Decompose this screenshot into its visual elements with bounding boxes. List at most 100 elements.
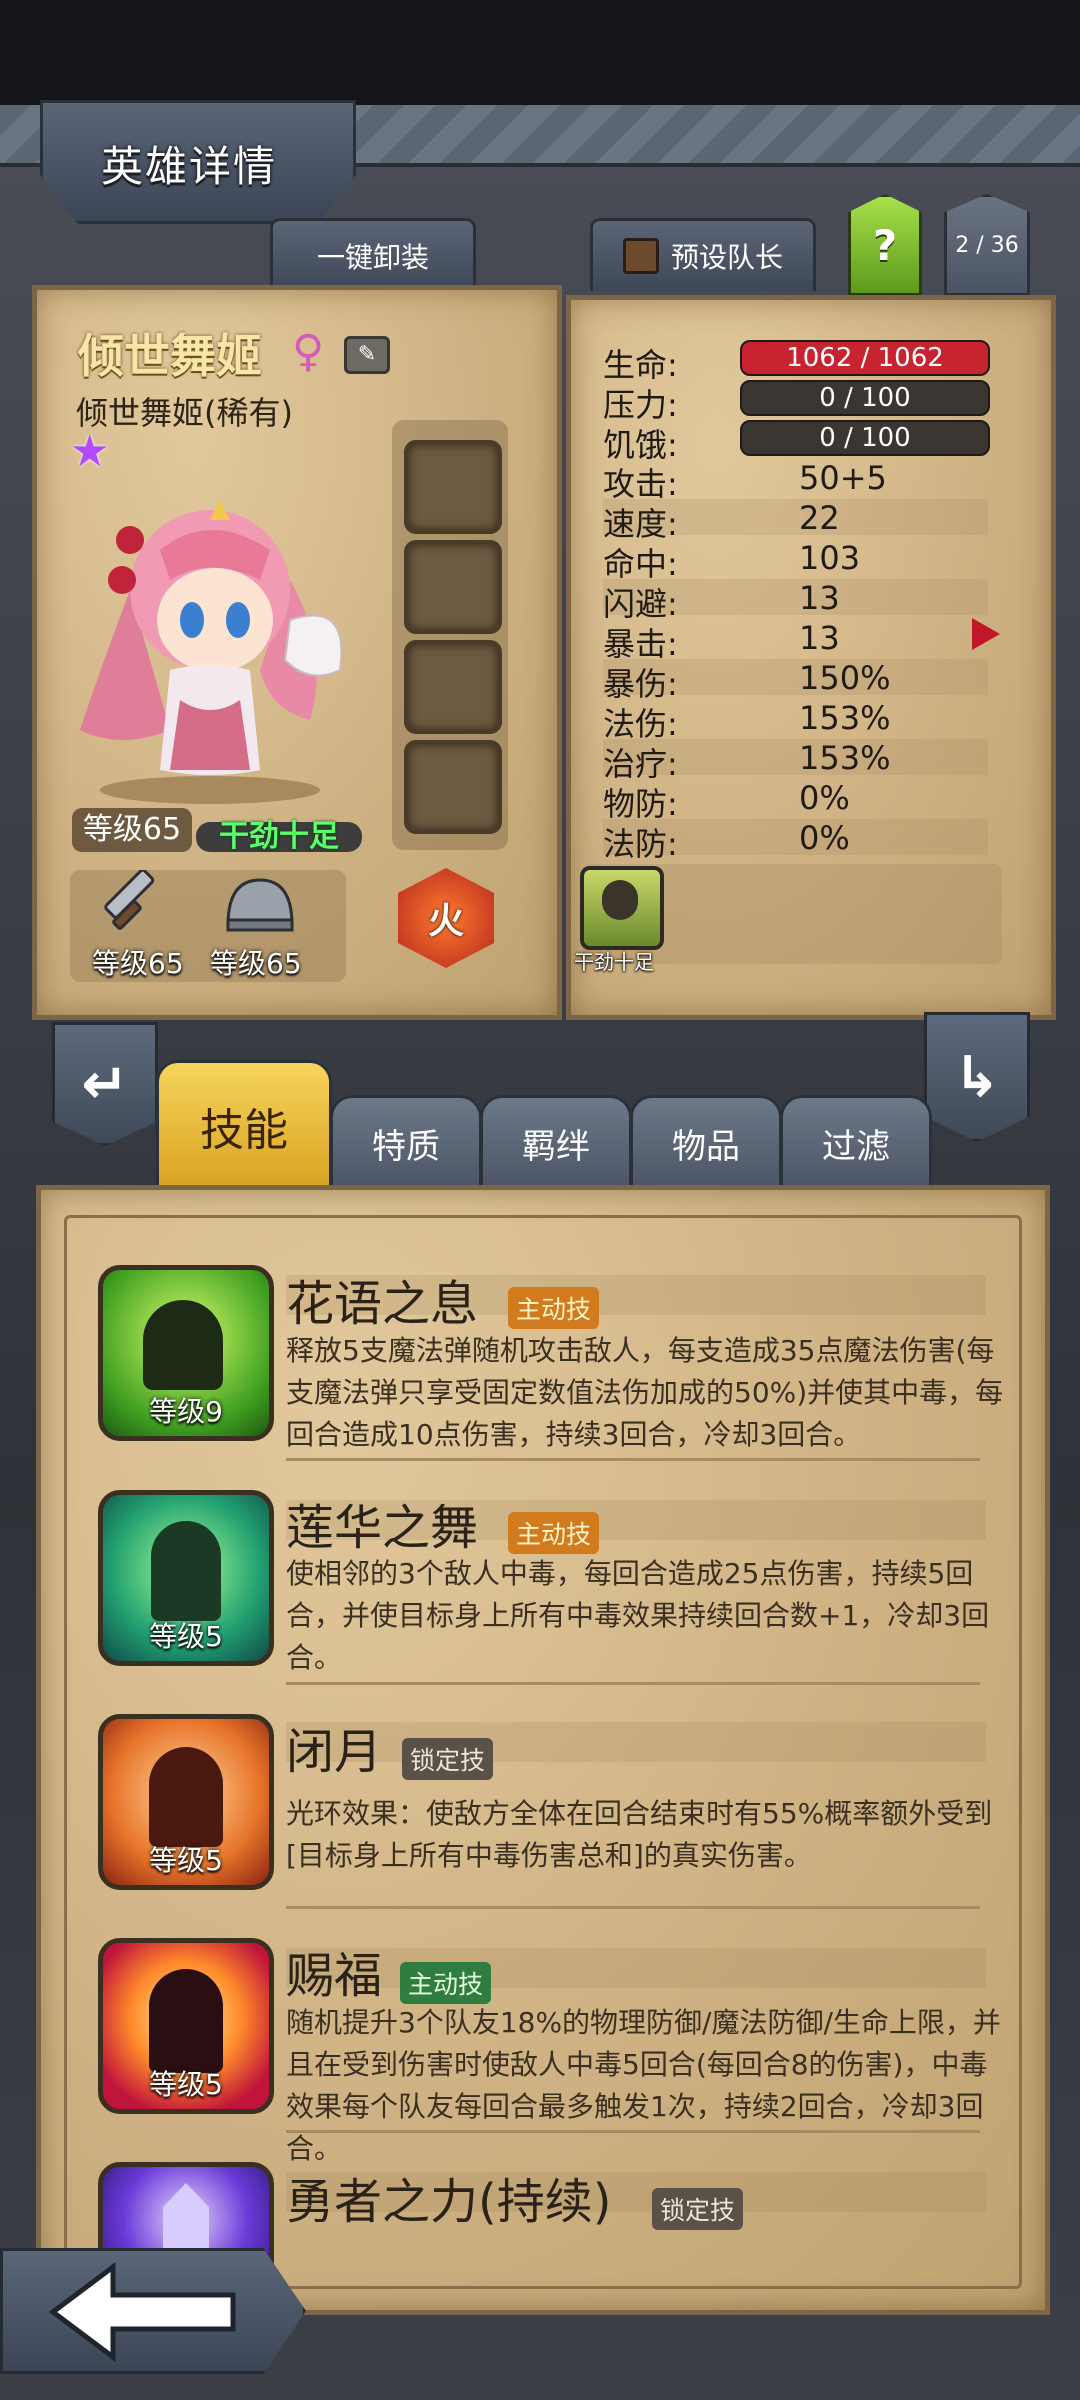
tab-filter[interactable]: 过滤 [780, 1095, 932, 1191]
skill-name: 赐福 [286, 1948, 383, 2004]
unequip-all-button[interactable]: 一键卸装 [270, 218, 476, 291]
armor-level: 等级65 [210, 947, 302, 980]
figure-silhouette-icon [149, 1747, 223, 1847]
hero-level-label: 等级65 [82, 812, 182, 847]
forward-arrow-icon: ↳ [953, 1044, 1001, 1110]
tab-traits-label: 特质 [372, 1126, 440, 1167]
skill-description: 光环效果：使敌方全体在回合结束时有55%概率额外受到[目标身上所有中毒伤害总和]… [286, 1797, 993, 1872]
skill-level: 等级5 [149, 1620, 223, 1653]
hero-level-badge: 等级65 [72, 808, 192, 852]
rename-button[interactable]: ✎ [344, 336, 390, 374]
stat-row: 命中: 103 [603, 539, 988, 583]
page-title-plate: 英雄详情 [40, 100, 356, 224]
stat-value: 22 [799, 499, 840, 537]
preset-leader-label: 预设队长 [670, 241, 783, 274]
stat-row: 暴击: 13 [603, 619, 988, 663]
stat-row: 暴伤: 150% [603, 659, 988, 703]
skill-tag: 锁定技 [652, 2188, 744, 2230]
hp-bar: 1062 / 1062 [740, 340, 990, 376]
page-counter: 2 / 36 [944, 194, 1030, 296]
dancer-silhouette-icon [151, 1521, 221, 1621]
status-bar-area [0, 0, 1080, 105]
skill-tag: 主动技 [400, 1962, 492, 2004]
stat-value: 13 [799, 579, 840, 617]
fan-silhouette-icon [143, 1300, 223, 1390]
skill-icon-flower-breath[interactable]: 等级9 [98, 1265, 274, 1441]
tab-items[interactable]: 物品 [630, 1095, 782, 1191]
stat-row: 法伤: 153% [603, 699, 988, 743]
skill-level: 等级5 [149, 1844, 223, 1877]
back-button[interactable] [0, 2248, 306, 2374]
skill-name-row [286, 1722, 986, 1762]
page-title: 英雄详情 [101, 142, 278, 191]
skill-tag: 主动技 [508, 1512, 600, 1554]
skill-icon-blessing[interactable]: 等级5 [98, 1938, 274, 2114]
unequip-all-label: 一键卸装 [316, 241, 429, 274]
skill-level: 等级9 [149, 1395, 223, 1428]
stat-row: 法防: 0% [603, 819, 988, 863]
equipment-slot-3[interactable] [404, 640, 502, 734]
buff-label: 干劲十足 [574, 950, 654, 974]
weapon-level: 等级65 [92, 947, 184, 980]
helmet-icon [226, 878, 294, 932]
skill-divider [286, 1458, 980, 1461]
skill-tag: 锁定技 [402, 1738, 494, 1780]
tab-traits[interactable]: 特质 [330, 1095, 482, 1191]
skill-icon-lotus-dance[interactable]: 等级5 [98, 1490, 274, 1666]
skill-divider [286, 1906, 980, 1909]
hero-status-badge: 干劲十足 [196, 822, 362, 852]
tab-items-label: 物品 [672, 1126, 740, 1167]
tab-bonds-label: 羁绊 [522, 1126, 590, 1167]
skill-name-row [286, 1948, 986, 1988]
figure-silhouette-icon [149, 1969, 223, 2073]
prev-hero-button[interactable]: ↵ [52, 1022, 158, 1146]
stat-value: 50+5 [799, 459, 887, 497]
stat-value: 103 [799, 539, 861, 577]
skill-tag: 主动技 [508, 1287, 600, 1329]
skill-divider [286, 2130, 980, 2133]
hunger-bar: 0 / 100 [740, 420, 990, 456]
back-arrow-icon: ↵ [81, 1051, 129, 1117]
hero-name: 倾世舞姬 [78, 329, 262, 383]
skill-description: 随机提升3个队友18%的物理防御/魔法防御/生命上限，并且在受到伤害时使敌人中毒… [286, 2006, 1001, 2165]
tab-bonds[interactable]: 羁绊 [480, 1095, 632, 1191]
stat-row: 攻击: 50+5 [603, 459, 988, 503]
stat-value: 153% [799, 739, 891, 777]
equipment-slot-1[interactable] [404, 440, 502, 534]
armor-slot[interactable]: 等级65 [210, 870, 320, 980]
stat-value: 153% [799, 699, 891, 737]
sword-icon [104, 868, 155, 930]
hp-bar-value: 1062 / 1062 [786, 343, 944, 373]
tab-skills[interactable]: 技能 [156, 1060, 332, 1191]
skill-name: 闭月 [286, 1724, 383, 1780]
skill-description: 释放5支魔法弹随机攻击敌人，每支造成35点魔法伤害(每支魔法弹只享受固定数值法伤… [286, 1334, 1004, 1451]
skill-name: 莲华之舞 [286, 1500, 479, 1556]
stat-row: 闪避: 13 [603, 579, 988, 623]
buff-icon-energized[interactable] [580, 866, 664, 950]
hero-portrait [60, 470, 370, 810]
equipment-slot-2[interactable] [404, 540, 502, 634]
next-hero-button[interactable]: ↳ [924, 1012, 1030, 1142]
stat-value: 150% [799, 659, 891, 697]
stress-bar: 0 / 100 [740, 380, 990, 416]
preset-leader-button[interactable]: 预设队长 [590, 218, 816, 291]
preset-leader-checkbox[interactable] [622, 238, 659, 274]
help-icon: ? [872, 220, 898, 270]
weapon-slot[interactable]: 等级65 [92, 868, 192, 980]
more-stats-arrow-icon[interactable] [972, 618, 1000, 650]
hunger-bar-value: 0 / 100 [819, 423, 911, 453]
skill-name: 花语之息 [286, 1276, 479, 1332]
stress-bar-value: 0 / 100 [819, 383, 911, 413]
stat-row: 速度: 22 [603, 499, 988, 543]
female-symbol-icon: ♀ [292, 326, 325, 377]
stat-row: 物防: 0% [603, 779, 988, 823]
tab-filter-label: 过滤 [822, 1126, 890, 1167]
tab-skills-label: 技能 [200, 1104, 288, 1156]
skill-divider [286, 1682, 980, 1685]
help-button[interactable]: ? [848, 194, 922, 296]
smile-bubble-icon [602, 880, 638, 920]
skill-level: 等级5 [149, 2068, 223, 2101]
equipment-slot-4[interactable] [404, 740, 502, 834]
skill-icon-moon-close[interactable]: 等级5 [98, 1714, 274, 1890]
fire-element-icon: 火 [427, 901, 464, 942]
